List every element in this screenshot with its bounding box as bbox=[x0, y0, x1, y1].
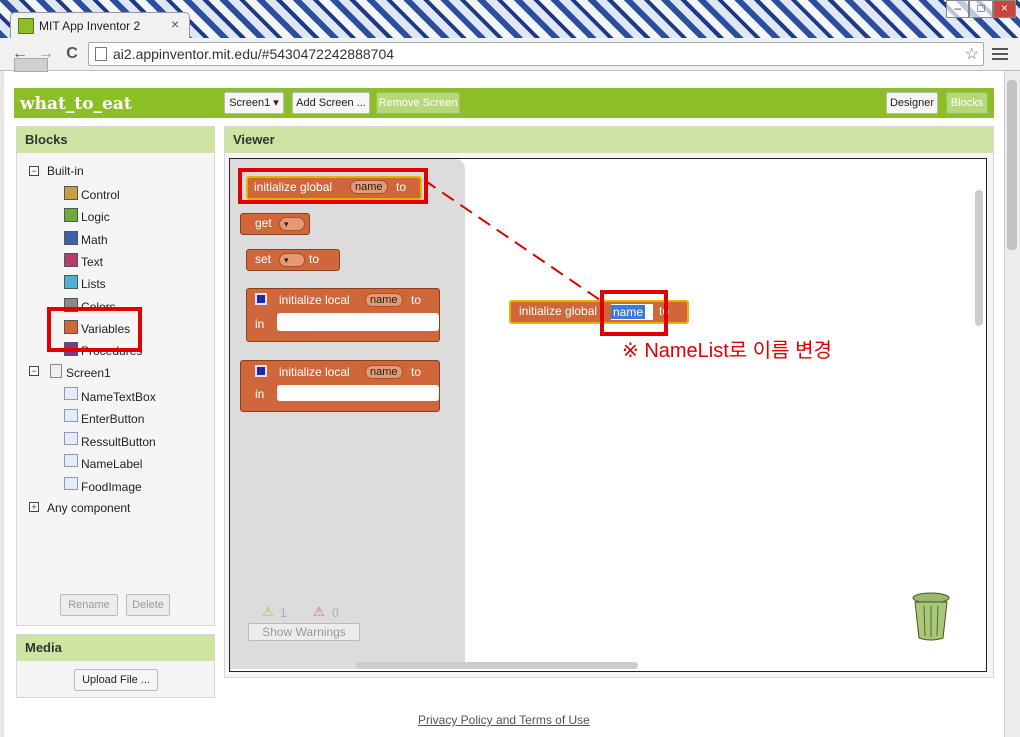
annotation-arrow bbox=[423, 179, 601, 301]
privacy-link[interactable]: Privacy Policy and Terms of Use bbox=[418, 713, 590, 727]
workspace-block-prefix: initialize global bbox=[519, 304, 598, 318]
name-field-highlight bbox=[600, 290, 668, 336]
annotation-text: ※ NameList로 이름 변경 bbox=[622, 340, 832, 362]
